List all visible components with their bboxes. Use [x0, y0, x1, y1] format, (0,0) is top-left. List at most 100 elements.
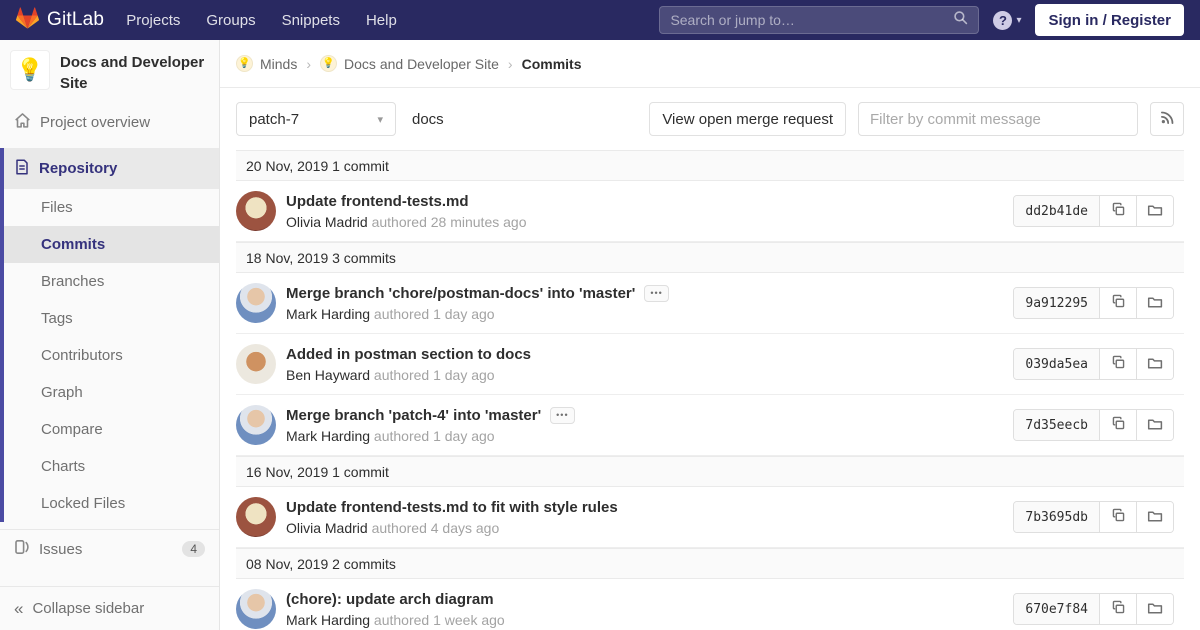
sidebar-item-tags[interactable]: Tags — [4, 300, 219, 337]
commit-sha-link[interactable]: dd2b41de — [1014, 196, 1099, 226]
sidebar-item-label: Project overview — [40, 114, 150, 131]
view-open-merge-request-button[interactable]: View open merge request — [649, 102, 846, 136]
navbar-link-projects[interactable]: Projects — [126, 12, 180, 29]
sidebar-item-commits[interactable]: Commits — [4, 226, 219, 263]
home-icon — [14, 112, 31, 133]
commit-info: Update frontend-tests.md Olivia Madrid au… — [286, 193, 1013, 230]
commit-row: Update frontend-tests.md Olivia Madrid au… — [236, 181, 1184, 242]
commit-title-link[interactable]: Update frontend-tests.md to fit with sty… — [286, 499, 618, 516]
commit-title-line: (chore): update arch diagram — [286, 591, 1013, 608]
collapse-sidebar-button[interactable]: « Collapse sidebar — [0, 587, 219, 630]
commit-author-link[interactable]: Mark Harding — [286, 306, 370, 322]
browse-files-button[interactable] — [1136, 502, 1173, 532]
copy-icon — [1111, 416, 1126, 434]
copy-sha-button[interactable] — [1099, 349, 1136, 379]
browse-files-button[interactable] — [1136, 349, 1173, 379]
breadcrumb-group-link[interactable]: 💡 Minds — [236, 55, 297, 72]
commit-title-link[interactable]: Merge branch 'patch-4' into 'master' — [286, 407, 541, 424]
browse-files-button[interactable] — [1136, 594, 1173, 624]
sidebar-item-repository[interactable]: Repository — [4, 148, 219, 189]
search-icon[interactable] — [953, 10, 968, 30]
toggle-commit-description-button[interactable]: ••• — [644, 285, 668, 302]
commit-title-link[interactable]: Merge branch 'chore/postman-docs' into '… — [286, 285, 635, 302]
rss-feed-button[interactable] — [1150, 102, 1184, 136]
gitlab-logo[interactable]: GitLab — [16, 7, 104, 34]
commit-title-line: Merge branch 'chore/postman-docs' into '… — [286, 285, 1013, 302]
project-avatar: 💡 — [10, 50, 50, 90]
commit-author-link[interactable]: Ben Hayward — [286, 367, 370, 383]
sidebar-item-files[interactable]: Files — [4, 189, 219, 226]
sign-in-register-button[interactable]: Sign in / Register — [1035, 4, 1184, 36]
commit-title-link[interactable]: Update frontend-tests.md — [286, 193, 469, 210]
repository-submenu: Files Commits Branches Tags Contributors Grap… — [4, 189, 219, 522]
sidebar-item-graph[interactable]: Graph — [4, 374, 219, 411]
sidebar-item-label: Tags — [41, 310, 73, 327]
browse-files-button[interactable] — [1136, 288, 1173, 318]
navbar-link-help[interactable]: Help — [366, 12, 397, 29]
commit-filter-input[interactable] — [858, 102, 1138, 136]
sidebar-item-branches[interactable]: Branches — [4, 263, 219, 300]
avatar[interactable] — [236, 405, 276, 445]
commit-title-line: Update frontend-tests.md — [286, 193, 1013, 210]
commit-sha-link[interactable]: 670e7f84 — [1014, 594, 1099, 624]
commit-info: Added in postman section to docs Ben Hayw… — [286, 346, 1013, 383]
commit-sha-link[interactable]: 7d35eecb — [1014, 410, 1099, 440]
commit-author-link[interactable]: Olivia Madrid — [286, 214, 368, 230]
sidebar-item-label: Commits — [41, 236, 105, 253]
commit-meta: Mark Harding authored 1 day ago — [286, 428, 1013, 444]
global-search[interactable] — [659, 6, 979, 34]
commit-author-link[interactable]: Mark Harding — [286, 612, 370, 628]
folder-icon — [1147, 202, 1163, 221]
commit-sha-link[interactable]: 7b3695db — [1014, 502, 1099, 532]
copy-sha-button[interactable] — [1099, 288, 1136, 318]
rss-icon — [1160, 110, 1175, 128]
browse-files-button[interactable] — [1136, 410, 1173, 440]
sidebar-item-charts[interactable]: Charts — [4, 448, 219, 485]
help-menu[interactable]: ? ▾ — [993, 11, 1021, 30]
project-header[interactable]: 💡 Docs and Developer Site — [0, 40, 219, 104]
breadcrumb-project-link[interactable]: 💡 Docs and Developer Site — [320, 55, 499, 72]
sidebar-item-issues[interactable]: Issues 4 — [0, 532, 219, 566]
copy-sha-button[interactable] — [1099, 594, 1136, 624]
browse-files-button[interactable] — [1136, 196, 1173, 226]
commit-author-link[interactable]: Olivia Madrid — [286, 520, 368, 536]
folder-icon — [1147, 355, 1163, 374]
avatar[interactable] — [236, 497, 276, 537]
branch-selector[interactable]: patch-7 ▾ — [236, 102, 396, 136]
avatar[interactable] — [236, 344, 276, 384]
avatar[interactable] — [236, 283, 276, 323]
search-input[interactable] — [670, 12, 953, 28]
main-content: 💡 Minds › 💡 Docs and Developer Site › Co… — [220, 0, 1200, 630]
top-navbar: GitLab Projects Groups Snippets Help ? ▾ Si… — [0, 0, 1200, 40]
issues-count-badge: 4 — [182, 541, 205, 557]
toggle-commit-description-button[interactable]: ••• — [550, 407, 574, 424]
commit-author-link[interactable]: Mark Harding — [286, 428, 370, 444]
avatar[interactable] — [236, 191, 276, 231]
commit-meta: Olivia Madrid authored 28 minutes ago — [286, 214, 1013, 230]
navbar-link-groups[interactable]: Groups — [206, 12, 255, 29]
commit-date-header: 16 Nov, 2019 1 commit — [236, 456, 1184, 487]
navbar-link-snippets[interactable]: Snippets — [282, 12, 340, 29]
commit-title-link[interactable]: Added in postman section to docs — [286, 346, 531, 363]
commit-title-link[interactable]: (chore): update arch diagram — [286, 591, 494, 608]
sidebar-item-label: Files — [41, 199, 73, 216]
copy-sha-button[interactable] — [1099, 502, 1136, 532]
avatar[interactable] — [236, 589, 276, 629]
commit-sha-link[interactable]: 039da5ea — [1014, 349, 1099, 379]
sidebar-item-contributors[interactable]: Contributors — [4, 337, 219, 374]
sidebar-item-project-overview[interactable]: Project overview — [0, 104, 219, 140]
commit-sha-link[interactable]: 9a912295 — [1014, 288, 1099, 318]
chevron-down-icon: ▾ — [1016, 15, 1021, 26]
sidebar-item-label: Locked Files — [41, 495, 125, 512]
copy-sha-button[interactable] — [1099, 196, 1136, 226]
issues-icon — [14, 539, 30, 559]
sidebar-item-label: Contributors — [41, 347, 123, 364]
commits-toolbar: patch-7 ▾ docs View open merge request — [220, 88, 1200, 150]
tanuki-icon — [16, 7, 39, 34]
sidebar-item-compare[interactable]: Compare — [4, 411, 219, 448]
sidebar-item-locked-files[interactable]: Locked Files — [4, 485, 219, 522]
document-icon — [14, 159, 30, 179]
commit-meta: Olivia Madrid authored 4 days ago — [286, 520, 1013, 536]
copy-sha-button[interactable] — [1099, 410, 1136, 440]
folder-icon — [1147, 600, 1163, 619]
